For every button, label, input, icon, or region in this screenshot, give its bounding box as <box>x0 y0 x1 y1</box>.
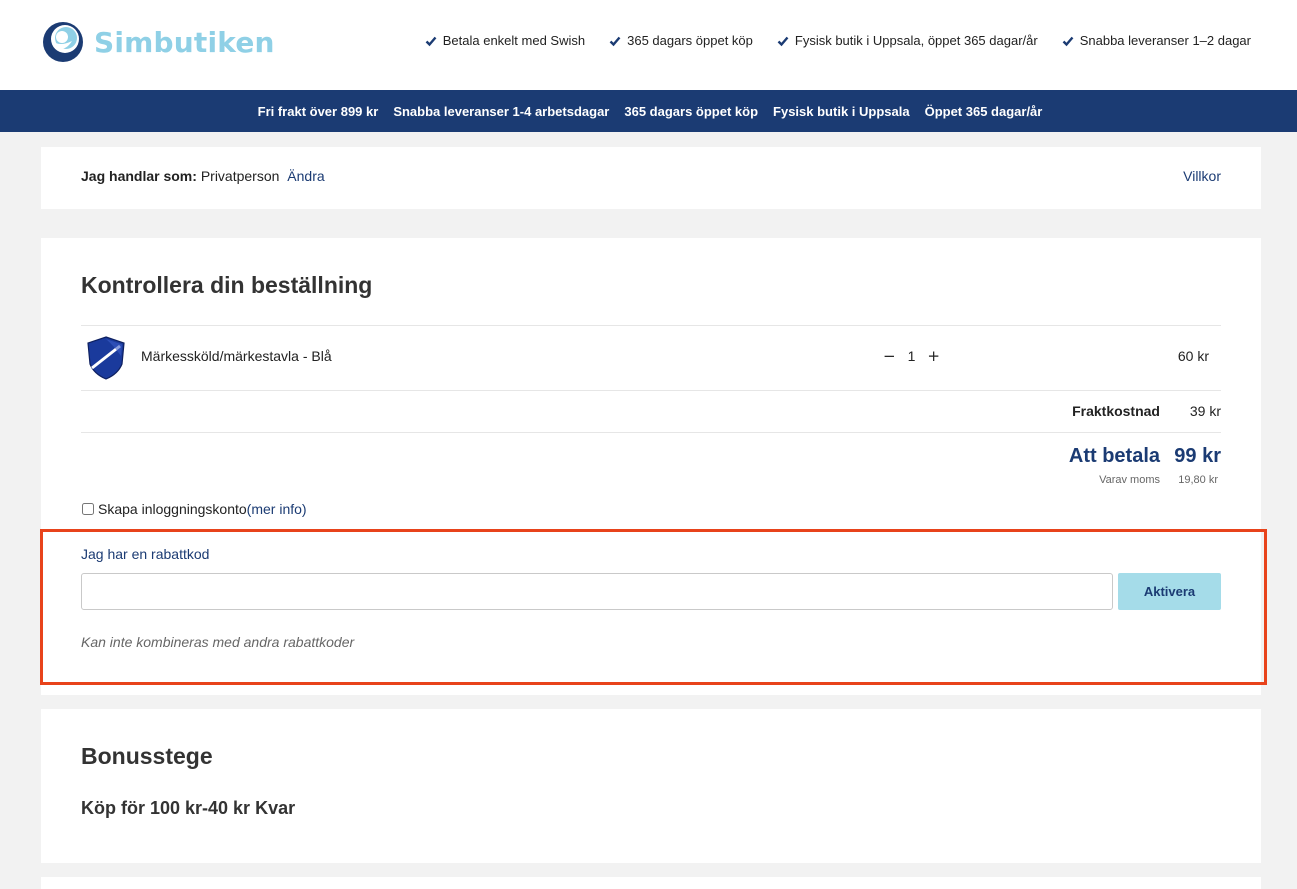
next-card <box>41 877 1261 889</box>
discount-code-note: Kan inte kombineras med andra rabattkode… <box>81 634 355 650</box>
total-label: Att betala <box>1068 445 1160 467</box>
usp-label: Betala enkelt med Swish <box>442 33 586 48</box>
check-icon <box>609 36 621 46</box>
customer-type-value: Privatperson <box>200 168 280 184</box>
quantity-value: 1 <box>907 348 916 364</box>
info-bar-item: Snabba leveranser 1-4 arbetsdagar <box>393 103 610 119</box>
info-bar-item: Öppet 365 dagar/år <box>924 103 1043 119</box>
create-account-checkbox[interactable] <box>82 503 94 515</box>
total-value: 99 kr <box>1174 445 1221 467</box>
check-icon <box>425 36 437 46</box>
discount-code-section: Jag har en rabattkod Aktivera Kan inte k… <box>40 529 1267 685</box>
info-bar: Fri frakt över 899 kr Snabba leveranser … <box>0 90 1297 132</box>
customer-type-card: Jag handlar som: Privatperson Ändra Vill… <box>41 147 1261 209</box>
create-account-label: Skapa inloggningskonto <box>98 501 247 517</box>
decrease-quantity-button[interactable]: − <box>883 347 896 365</box>
usp-item: Snabba leveranser 1–2 dagar <box>1062 33 1251 48</box>
usp-label: Snabba leveranser 1–2 dagar <box>1079 33 1251 48</box>
product-image <box>87 336 125 380</box>
shipping-value: 39 kr <box>1189 403 1221 419</box>
change-customer-type-link[interactable]: Ändra <box>287 168 324 184</box>
usp-label: Fysisk butik i Uppsala, öppet 365 dagar/… <box>794 33 1038 48</box>
cart-item: Märkessköld/märkestavla - Blå − 1 + 60 k… <box>81 326 1221 390</box>
check-icon <box>777 36 789 46</box>
increase-quantity-button[interactable]: + <box>927 347 940 365</box>
usp-item: Fysisk butik i Uppsala, öppet 365 dagar/… <box>777 33 1038 48</box>
more-info-link[interactable]: (mer info) <box>247 501 307 517</box>
discount-code-toggle[interactable]: Jag har en rabattkod <box>81 546 209 562</box>
bonus-ladder-card: Bonusstege Köp för 100 kr-40 kr Kvar <box>41 709 1261 863</box>
logo-text: Simbutiken <box>94 25 275 59</box>
create-account-option: Skapa inloggningskonto (mer info) <box>82 501 307 517</box>
discount-code-input[interactable] <box>81 573 1113 610</box>
terms-link[interactable]: Villkor <box>1183 168 1221 184</box>
bonus-step: Köp för 100 kr-40 kr Kvar <box>81 798 296 818</box>
customer-type: Jag handlar som: Privatperson Ändra <box>81 168 325 184</box>
logo-link[interactable]: Simbutiken <box>42 21 275 63</box>
quantity-stepper: − 1 + <box>883 347 940 365</box>
info-bar-item: Fysisk butik i Uppsala <box>773 103 910 119</box>
vat-label: Varav moms <box>1099 474 1160 486</box>
usp-list: Betala enkelt med Swish 365 dagars öppet… <box>425 33 1251 48</box>
vat-value: 19,80 kr <box>1178 474 1218 486</box>
divider <box>81 432 1221 433</box>
divider <box>81 390 1221 391</box>
customer-type-label: Jag handlar som: <box>81 168 197 184</box>
usp-label: 365 dagars öppet köp <box>627 33 753 48</box>
product-name: Märkessköld/märkestavla - Blå <box>141 348 332 364</box>
product-price: 60 kr <box>1177 348 1209 364</box>
info-bar-item: Fri frakt över 899 kr <box>257 103 379 119</box>
site-header: Simbutiken Betala enkelt med Swish 365 d… <box>0 0 1297 90</box>
order-title: Kontrollera din beställning <box>81 272 373 298</box>
logo-icon <box>43 22 83 62</box>
usp-item: Betala enkelt med Swish <box>425 33 585 48</box>
bonus-title: Bonusstege <box>81 743 213 769</box>
activate-discount-button[interactable]: Aktivera <box>1118 573 1221 610</box>
usp-item: 365 dagars öppet köp <box>609 33 753 48</box>
shipping-label: Fraktkostnad <box>1072 403 1160 419</box>
info-bar-item: 365 dagars öppet köp <box>624 103 759 119</box>
check-icon <box>1062 36 1074 46</box>
